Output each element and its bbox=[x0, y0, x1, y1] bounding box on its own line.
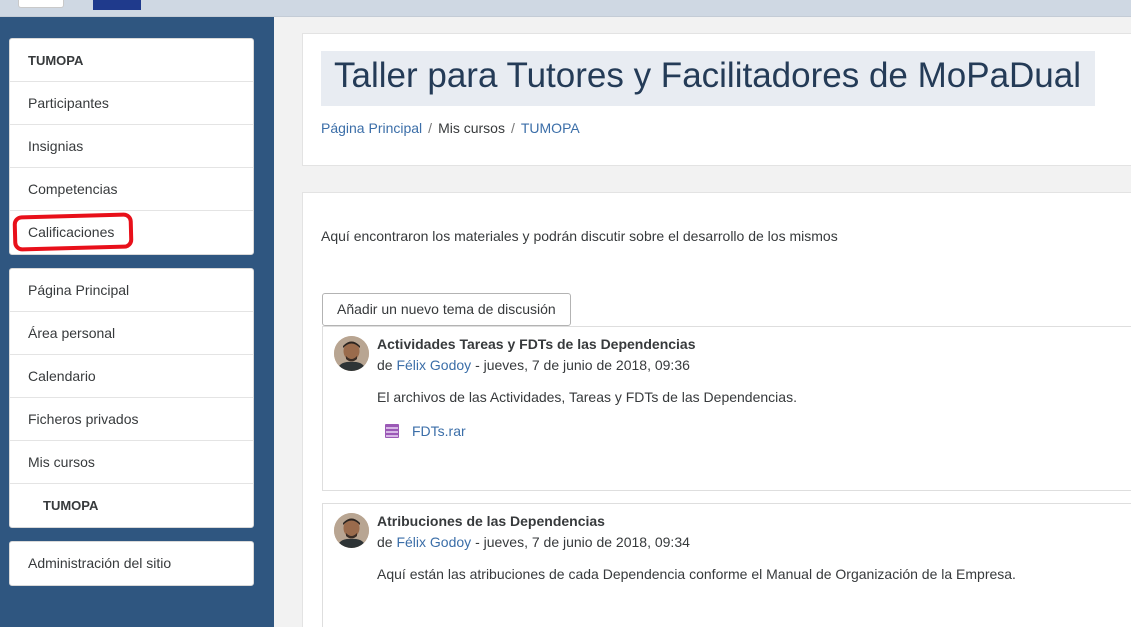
forum-content: Aquí encontraron los materiales y podrán… bbox=[302, 192, 1131, 627]
top-navbar bbox=[0, 0, 1131, 17]
breadcrumb-separator: / bbox=[428, 120, 433, 136]
sidebar: TUMOPA Participantes Insignias Competenc… bbox=[0, 17, 274, 627]
breadcrumb: Página Principal / Mis cursos / TUMOPA bbox=[321, 120, 580, 136]
site-logo[interactable] bbox=[93, 0, 141, 10]
admin-block: Administración del sitio bbox=[9, 541, 254, 586]
post-meta: de Félix Godoy - jueves, 7 de junio de 2… bbox=[377, 534, 690, 550]
post-meta: de Félix Godoy - jueves, 7 de junio de 2… bbox=[377, 357, 690, 373]
forum-post: Atribuciones de las Dependencias de Féli… bbox=[322, 503, 1131, 627]
sidebar-item-mis-cursos[interactable]: Mis cursos bbox=[10, 441, 253, 484]
post-by: de bbox=[377, 357, 393, 373]
nav-toggle-button[interactable] bbox=[18, 0, 64, 8]
sidebar-item-insignias[interactable]: Insignias bbox=[10, 125, 253, 168]
post-author-link[interactable]: Félix Godoy bbox=[396, 357, 471, 373]
course-nav-block: TUMOPA Participantes Insignias Competenc… bbox=[9, 38, 254, 255]
breadcrumb-pagina-principal[interactable]: Página Principal bbox=[321, 120, 422, 136]
sidebar-item-area-personal[interactable]: Área personal bbox=[10, 312, 253, 355]
avatar[interactable] bbox=[334, 513, 369, 548]
add-discussion-button[interactable]: Añadir un nuevo tema de discusión bbox=[322, 293, 571, 326]
avatar[interactable] bbox=[334, 336, 369, 371]
sidebar-item-tumopa[interactable]: TUMOPA bbox=[10, 484, 253, 527]
sidebar-item-calificaciones[interactable]: Calificaciones bbox=[10, 211, 253, 254]
breadcrumb-mis-cursos[interactable]: Mis cursos bbox=[438, 120, 505, 136]
page-title: Taller para Tutores y Facilitadores de M… bbox=[334, 56, 1082, 95]
post-body: Aquí están las atribuciones de cada Depe… bbox=[377, 566, 1016, 582]
post-author-link[interactable]: Félix Godoy bbox=[396, 534, 471, 550]
post-by: de bbox=[377, 534, 393, 550]
page-title-box: Taller para Tutores y Facilitadores de M… bbox=[321, 51, 1096, 106]
sidebar-item-administracion[interactable]: Administración del sitio bbox=[10, 542, 253, 585]
forum-intro: Aquí encontraron los materiales y podrán… bbox=[321, 228, 838, 244]
post-attachment[interactable]: FDTs.rar bbox=[384, 423, 466, 439]
breadcrumb-separator: / bbox=[510, 120, 515, 136]
sidebar-item-calendario[interactable]: Calendario bbox=[10, 355, 253, 398]
archive-file-icon bbox=[384, 423, 400, 439]
main-region: Taller para Tutores y Facilitadores de M… bbox=[274, 17, 1131, 627]
forum-post: Actividades Tareas y FDTs de las Depende… bbox=[322, 326, 1131, 491]
post-subject: Actividades Tareas y FDTs de las Depende… bbox=[377, 336, 696, 352]
post-body: El archivos de las Actividades, Tareas y… bbox=[377, 389, 797, 405]
breadcrumb-tumopa[interactable]: TUMOPA bbox=[521, 120, 580, 136]
sidebar-item-pagina-principal[interactable]: Página Principal bbox=[10, 269, 253, 312]
post-subject: Atribuciones de las Dependencias bbox=[377, 513, 605, 529]
attachment-link[interactable]: FDTs.rar bbox=[412, 423, 466, 439]
post-date: - jueves, 7 de junio de 2018, 09:34 bbox=[475, 534, 690, 550]
post-date: - jueves, 7 de junio de 2018, 09:36 bbox=[475, 357, 690, 373]
page-header: Taller para Tutores y Facilitadores de M… bbox=[302, 33, 1131, 166]
site-nav-block: Página Principal Área personal Calendari… bbox=[9, 268, 254, 528]
sidebar-item-participantes[interactable]: Participantes bbox=[10, 82, 253, 125]
red-highlight-circle bbox=[12, 212, 134, 252]
sidebar-item-competencias[interactable]: Competencias bbox=[10, 168, 253, 211]
sidebar-item-ficheros-privados[interactable]: Ficheros privados bbox=[10, 398, 253, 441]
sidebar-item-tumopa-course[interactable]: TUMOPA bbox=[10, 39, 253, 82]
